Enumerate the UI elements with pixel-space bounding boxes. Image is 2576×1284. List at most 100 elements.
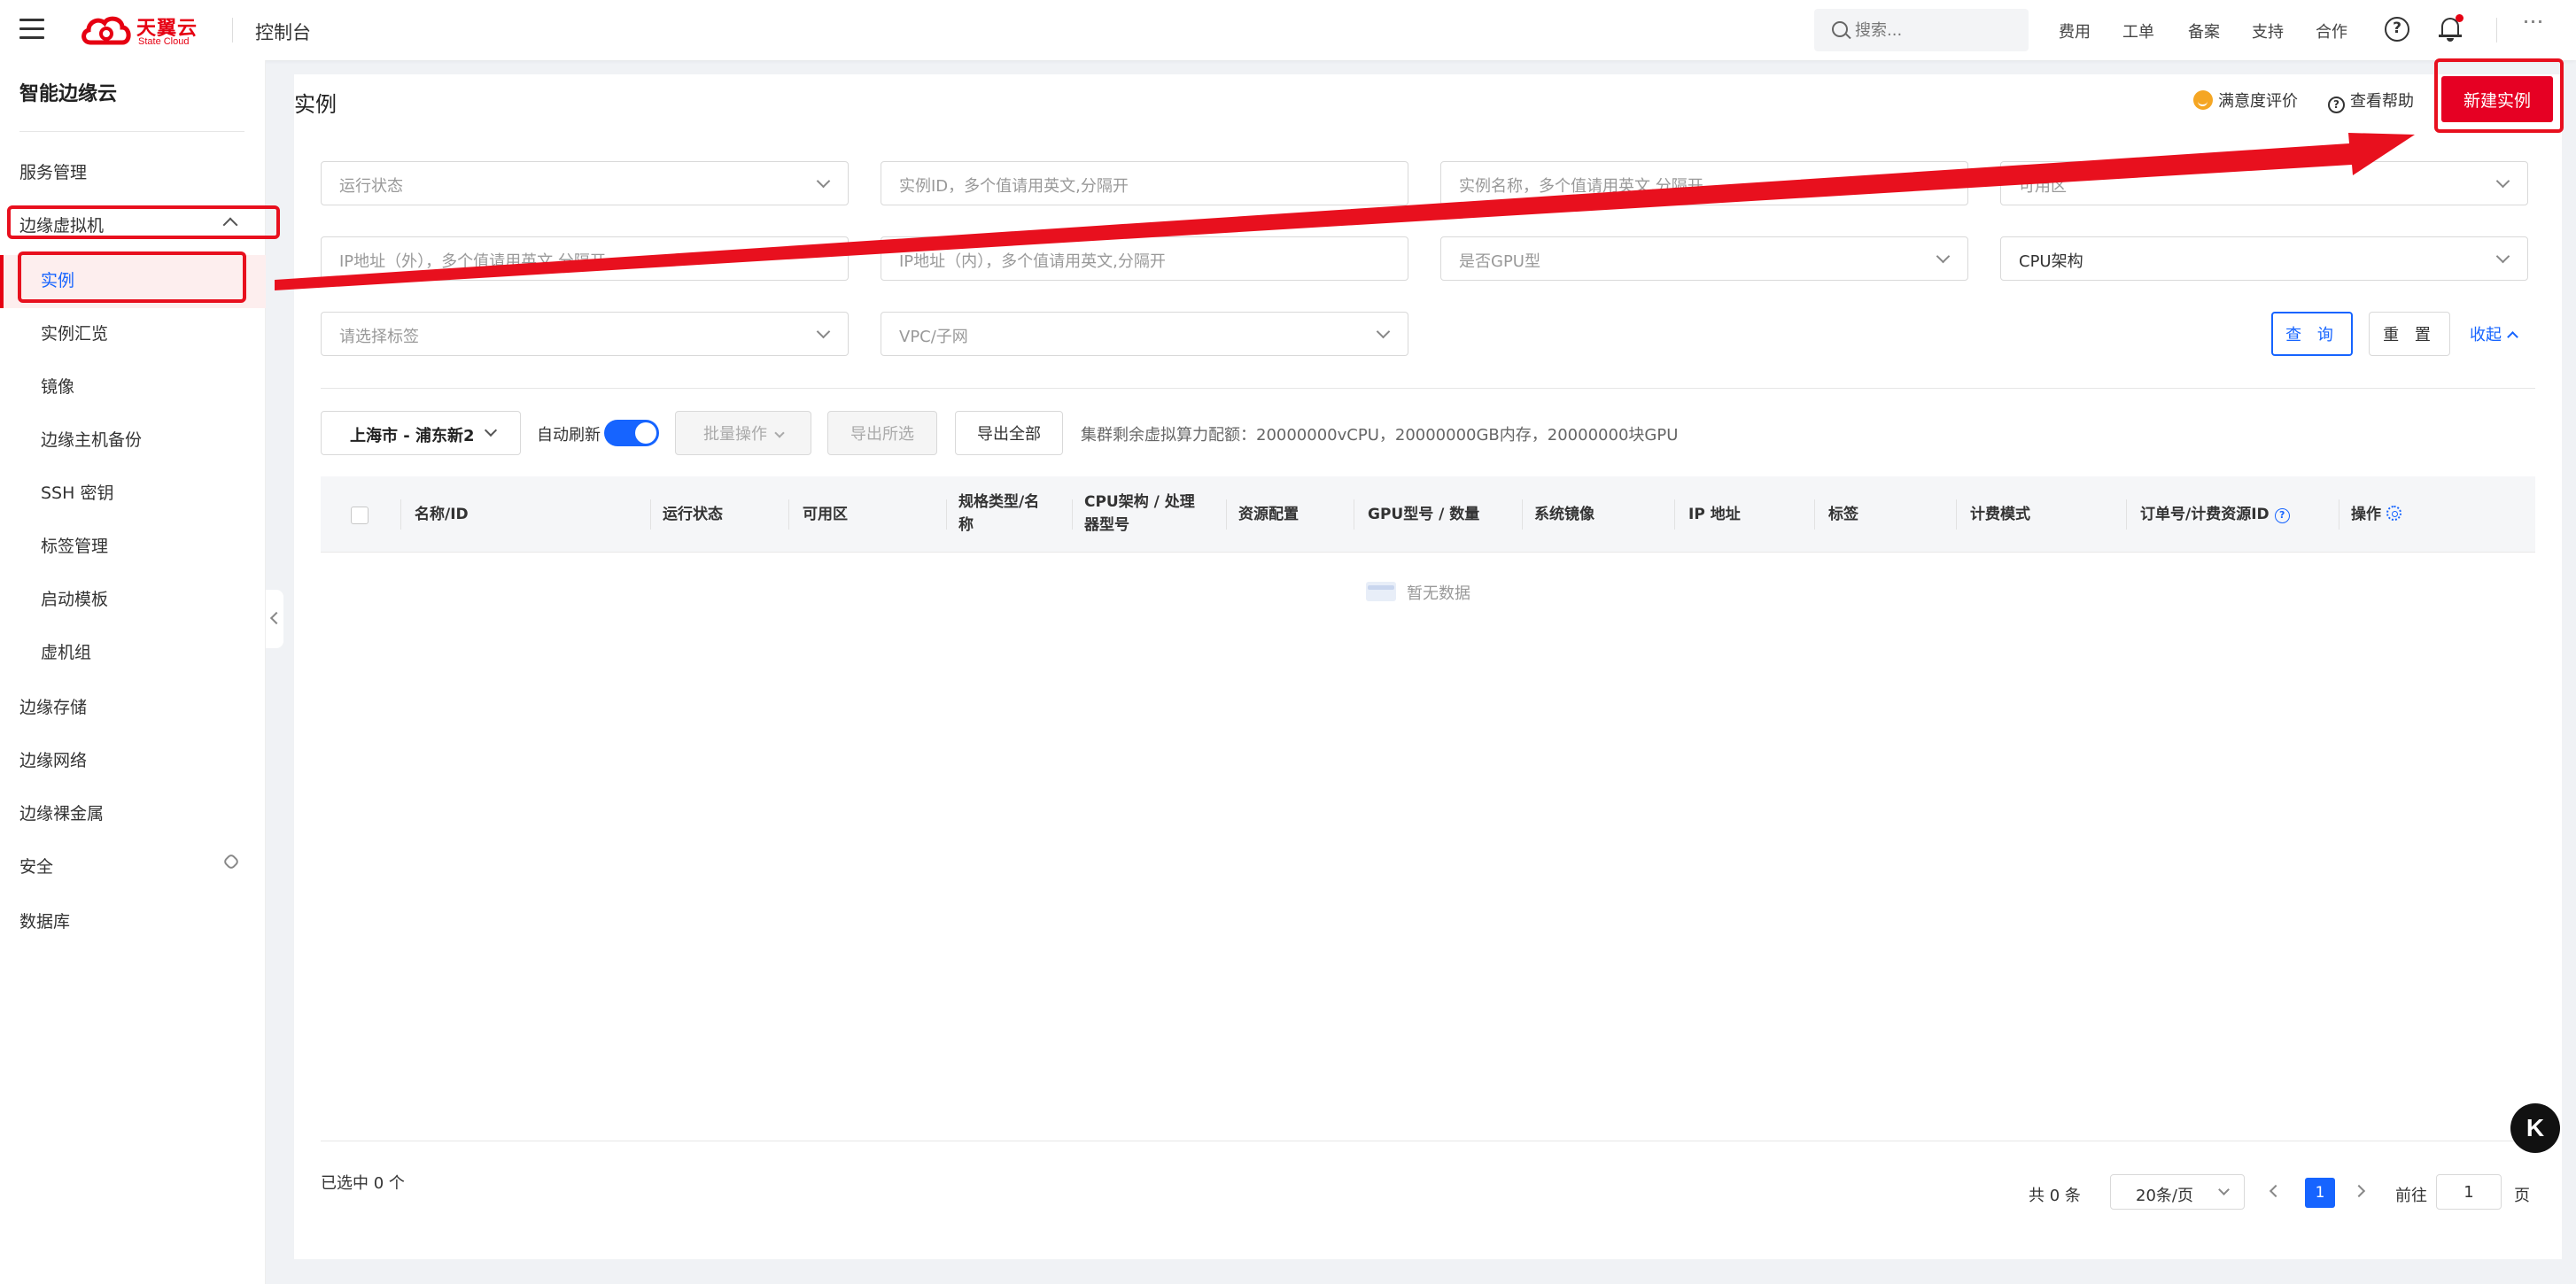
sidebar-item-security[interactable]: 安全 — [19, 854, 53, 878]
gear-icon[interactable] — [2386, 506, 2401, 521]
col-spec[interactable]: 规格类型/名称 — [958, 491, 1039, 537]
col-gpu[interactable]: GPU型号 / 数量 — [1368, 503, 1479, 526]
col-ip[interactable]: IP 地址 — [1688, 503, 1741, 526]
zone-select[interactable]: 可用区 — [2000, 161, 2528, 205]
divider — [2496, 18, 2497, 43]
help-link[interactable]: ? 查看帮助 — [2328, 89, 2414, 113]
prev-page-icon[interactable] — [2269, 1184, 2283, 1198]
query-button[interactable]: 查 询 — [2271, 312, 2353, 356]
page-title: 实例 — [294, 92, 337, 117]
search-box[interactable] — [1814, 9, 2029, 51]
sidebar-collapse-toggle[interactable] — [266, 590, 283, 648]
divider — [321, 388, 2535, 389]
collapse-filters-link[interactable]: 收起 — [2470, 322, 2518, 345]
nav-fees[interactable]: 费用 — [2059, 19, 2091, 43]
vpc-select[interactable]: VPC/子网 — [881, 312, 1408, 356]
console-title[interactable]: 控制台 — [255, 19, 311, 45]
instance-id-input[interactable]: 实例ID，多个值请用英文,分隔开 — [881, 161, 1408, 205]
chevron-down-icon — [774, 428, 785, 438]
help-icon[interactable]: ? — [2385, 17, 2409, 42]
chevron-down-icon — [1376, 324, 1391, 339]
private-ip-input[interactable]: IP地址（内），多个值请用英文,分隔开 — [881, 236, 1408, 281]
chevron-down-icon — [816, 174, 831, 189]
chevron-down-icon — [484, 423, 498, 437]
cpu-arch-select[interactable]: CPU架构 — [2000, 236, 2528, 281]
total-count: 共 0 条 — [2029, 1187, 2081, 1205]
table-header: 名称/ID 运行状态 可用区 规格类型/名称 CPU架构 / 处理 器型号 资源配… — [321, 476, 2535, 553]
col-billing[interactable]: 计费模式 — [1970, 503, 2030, 526]
quota-text: 集群剩余虚拟算力配额：20000000vCPU，20000000GB内存，200… — [1081, 426, 1679, 445]
col-resources[interactable]: 资源配置 — [1238, 503, 1299, 526]
sidebar-item-edge-network[interactable]: 边缘网络 — [19, 747, 87, 771]
sidebar-title: 智能边缘云 — [19, 83, 118, 105]
public-ip-input[interactable]: IP地址（外），多个值请用英文,分隔开 — [321, 236, 849, 281]
sidebar: 智能边缘云 服务管理 边缘虚拟机 实例 实例汇览 镜像 边缘主机备份 SSH 密… — [0, 60, 266, 1284]
chevron-down-icon — [1936, 249, 1951, 264]
chevron-down-icon — [2495, 174, 2510, 189]
col-status[interactable]: 运行状态 — [663, 503, 723, 526]
col-name[interactable]: 名称/ID — [415, 503, 469, 526]
sidebar-item-host-backup[interactable]: 边缘主机备份 — [41, 427, 142, 451]
col-order[interactable]: 订单号/计费资源ID? — [2140, 503, 2290, 526]
next-page-icon[interactable] — [2352, 1184, 2366, 1198]
annotation-box-new-instance — [2434, 58, 2564, 133]
goto-label: 前往 — [2395, 1187, 2427, 1205]
sidebar-item-instance-overview[interactable]: 实例汇览 — [41, 321, 108, 344]
top-bar: 天翼云 State Cloud 控制台 费用 工单 备案 支持 合作 ? — [0, 0, 2576, 60]
user-menu-icon[interactable] — [2523, 16, 2544, 30]
goto-suffix: 页 — [2514, 1187, 2530, 1205]
assistant-float-button[interactable]: K — [2510, 1103, 2560, 1153]
chevron-up-icon — [2507, 331, 2518, 343]
external-link-icon — [222, 853, 240, 870]
auto-refresh-toggle[interactable] — [604, 420, 659, 446]
divider — [19, 131, 244, 132]
col-actions: 操作 — [2351, 503, 2401, 526]
reset-button[interactable]: 重 置 — [2369, 312, 2450, 356]
col-zone[interactable]: 可用区 — [803, 503, 848, 526]
col-tags[interactable]: 标签 — [1828, 503, 1858, 526]
nav-partner[interactable]: 合作 — [2316, 19, 2347, 43]
sidebar-item-bare-metal[interactable]: 边缘裸金属 — [19, 801, 104, 824]
help-icon: ? — [2328, 97, 2345, 113]
sidebar-item-service-mgmt[interactable]: 服务管理 — [19, 159, 87, 183]
info-icon[interactable]: ? — [2274, 508, 2290, 523]
gpu-select[interactable]: 是否GPU型 — [1440, 236, 1968, 281]
sidebar-item-vm-groups[interactable]: 虚机组 — [41, 639, 91, 663]
chevron-down-icon — [816, 324, 831, 339]
page-size-select[interactable]: 20条/页 — [2110, 1174, 2245, 1210]
nav-filing[interactable]: 备案 — [2188, 19, 2220, 43]
instance-name-input[interactable]: 实例名称，多个值请用英文,分隔开 — [1440, 161, 1968, 205]
bell-icon[interactable] — [2438, 14, 2463, 43]
sidebar-active-indicator — [0, 255, 4, 308]
status-select[interactable]: 运行状态 — [321, 161, 849, 205]
tag-select[interactable]: 请选择标签 — [321, 312, 849, 356]
menu-icon[interactable] — [19, 19, 44, 40]
sidebar-item-edge-storage[interactable]: 边缘存储 — [19, 694, 87, 718]
sidebar-item-tag-mgmt[interactable]: 标签管理 — [41, 533, 108, 557]
export-selected-button[interactable]: 导出所选 — [827, 411, 937, 455]
sidebar-item-ssh-keys[interactable]: SSH 密钥 — [41, 480, 113, 504]
chevron-left-icon — [269, 611, 283, 625]
goto-page-input[interactable] — [2436, 1174, 2502, 1210]
sidebar-item-images[interactable]: 镜像 — [41, 374, 74, 398]
satisfaction-link[interactable]: 满意度评价 — [2193, 89, 2298, 112]
select-all-checkbox[interactable] — [351, 507, 369, 524]
export-all-button[interactable]: 导出全部 — [955, 411, 1063, 455]
search-input[interactable] — [1855, 19, 2014, 41]
annotation-box-instances — [18, 251, 246, 303]
smile-icon — [2193, 90, 2213, 110]
sidebar-item-database[interactable]: 数据库 — [19, 909, 70, 932]
selected-count: 已选中 0 个 — [321, 1174, 405, 1193]
nav-support[interactable]: 支持 — [2252, 19, 2284, 43]
notification-dot — [2456, 14, 2463, 22]
empty-state: 暂无数据 — [1366, 581, 1470, 604]
logo[interactable]: 天翼云 State Cloud — [80, 12, 204, 50]
batch-actions-button[interactable]: 批量操作 — [675, 411, 811, 455]
nav-tickets[interactable]: 工单 — [2122, 19, 2154, 43]
col-cpu[interactable]: CPU架构 / 处理 器型号 — [1084, 491, 1195, 537]
sidebar-item-launch-templates[interactable]: 启动模板 — [41, 586, 108, 610]
col-image[interactable]: 系统镜像 — [1534, 503, 1594, 526]
cloud-logo-icon — [81, 16, 131, 45]
region-select[interactable]: 上海市 - 浦东新2 — [321, 411, 521, 455]
current-page[interactable]: 1 — [2305, 1178, 2335, 1208]
